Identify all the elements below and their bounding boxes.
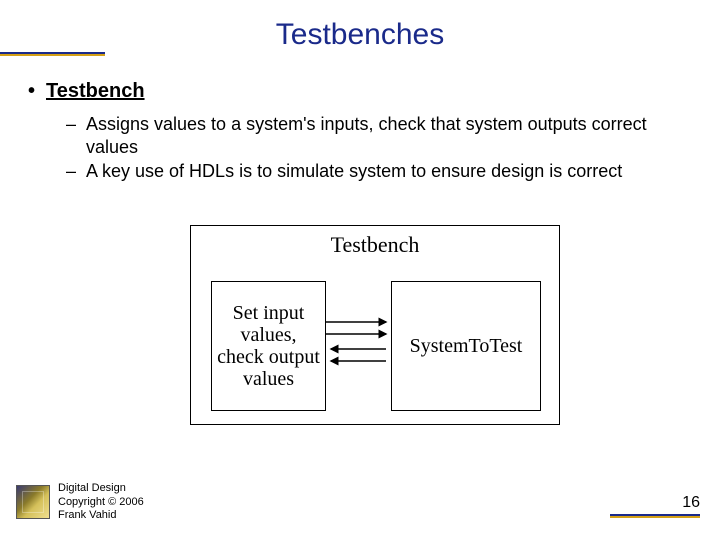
footer-credits: Digital Design Copyright © 2006 Frank Va… [58, 482, 144, 522]
footer-line: Digital Design [58, 482, 144, 495]
bullet-heading: Testbench [28, 80, 688, 103]
driver-box: Set input values, check output values [211, 281, 326, 411]
footer-left: Digital Design Copyright © 2006 Frank Va… [16, 482, 144, 522]
bullet-point: Assigns values to a system's inputs, che… [28, 113, 688, 158]
diagram-title: Testbench [191, 226, 559, 258]
title-bar: Testbenches [0, 18, 720, 58]
content-area: Testbench Assigns values to a system's i… [28, 80, 688, 185]
logo-icon [16, 485, 50, 519]
slide-title: Testbenches [0, 18, 720, 52]
connection-arrows [326, 314, 391, 374]
footer-right: 16 [610, 494, 700, 518]
footer-line: Copyright © 2006 [58, 496, 144, 509]
bullet-point: A key use of HDLs is to simulate system … [28, 160, 688, 183]
title-stripe [0, 52, 105, 56]
dut-box: SystemToTest [391, 281, 541, 411]
testbench-diagram: Testbench Set input values, check output… [190, 225, 560, 425]
page-number: 16 [610, 494, 700, 512]
footer-line: Frank Vahid [58, 509, 144, 522]
footer-stripe [610, 514, 700, 518]
